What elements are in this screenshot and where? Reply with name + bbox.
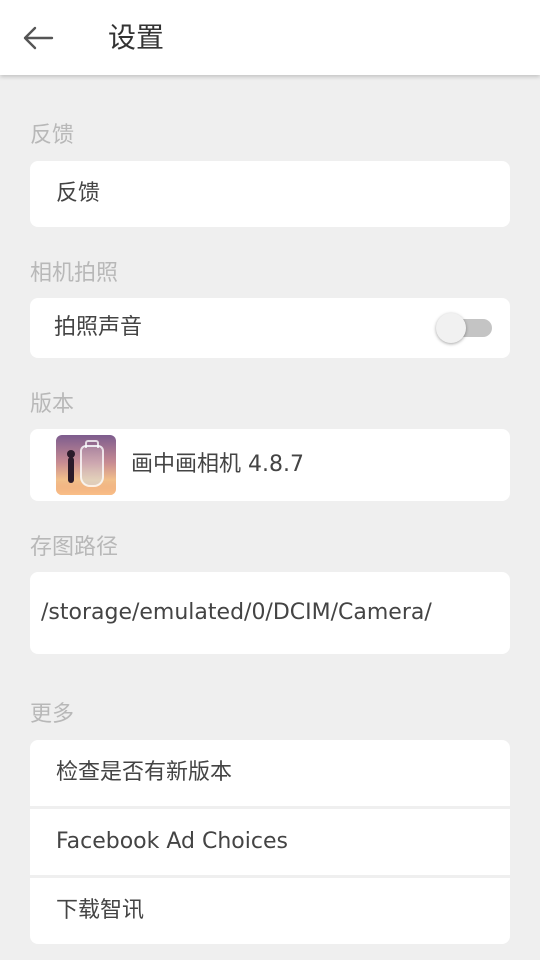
toggle-thumb	[436, 313, 466, 343]
download-zhixun-item[interactable]: 下载智讯	[30, 878, 510, 944]
list-item-label: 下载智讯	[56, 898, 145, 923]
version-row: 画中画相机 4.8.7	[30, 429, 510, 501]
app-icon	[56, 435, 116, 495]
top-app-bar: 设置	[0, 0, 540, 75]
list-item-label: Facebook Ad Choices	[56, 829, 288, 854]
section-label-save-path: 存图路径	[30, 535, 119, 560]
check-update-item[interactable]: 检查是否有新版本	[30, 740, 510, 806]
settings-screen: 设置 反馈 反馈 相机拍照 拍照声音 版本 画中画相机 4.8.7 存图路径 /…	[0, 0, 540, 960]
section-label-feedback: 反馈	[30, 123, 75, 148]
section-label-version: 版本	[30, 392, 75, 417]
save-path-row[interactable]: /storage/emulated/0/DCIM/Camera/	[30, 572, 510, 654]
section-label-camera: 相机拍照	[30, 261, 119, 286]
shutter-sound-row[interactable]: 拍照声音	[30, 298, 510, 358]
feedback-item[interactable]: 反馈	[30, 161, 510, 227]
icon-jar	[80, 445, 104, 487]
shutter-sound-label: 拍照声音	[54, 315, 143, 340]
more-list: 检查是否有新版本 Facebook Ad Choices 下载智讯	[30, 740, 510, 944]
list-item-label: 检查是否有新版本	[56, 760, 233, 785]
facebook-ad-choices-item[interactable]: Facebook Ad Choices	[30, 809, 510, 875]
feedback-item-label: 反馈	[56, 181, 101, 206]
section-label-more: 更多	[30, 702, 75, 727]
page-title: 设置	[108, 21, 165, 54]
arrow-left-icon	[23, 26, 54, 50]
save-path-value: /storage/emulated/0/DCIM/Camera/	[41, 600, 432, 625]
back-button[interactable]	[12, 14, 64, 62]
icon-figure	[68, 457, 74, 483]
app-version-text: 画中画相机 4.8.7	[131, 452, 304, 477]
shutter-sound-toggle[interactable]	[436, 313, 492, 343]
